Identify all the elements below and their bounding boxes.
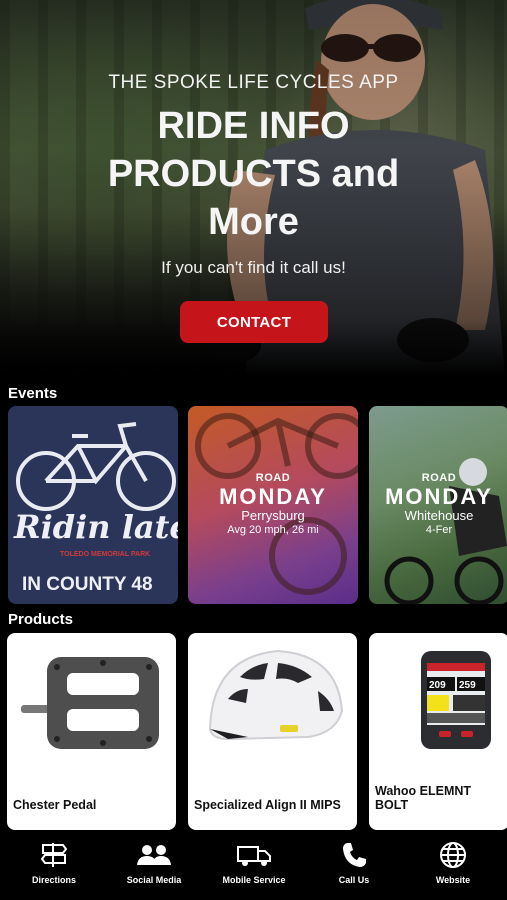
event2-place: Perrysburg	[241, 508, 305, 523]
event-ridin-late-artwork: Ridin late TOLEDO MEMORIAL PARK IN COUNT…	[13, 422, 178, 595]
event1-line3: IN COUNTY 48	[22, 574, 153, 595]
event3-road: ROAD	[421, 472, 457, 484]
svg-text:259: 259	[459, 680, 476, 691]
helmet-image	[208, 649, 344, 741]
contact-button[interactable]: CONTACT	[180, 301, 328, 343]
events-heading: Events	[8, 385, 58, 402]
event2-detail: Avg 20 mph, 26 mi	[227, 524, 319, 536]
event-card-road-monday-whitehouse[interactable]: ROAD MONDAY Whitehouse 4-Fer	[369, 406, 507, 604]
product-name: Specialized Align II MIPS	[194, 798, 341, 812]
product-card-specialized-align[interactable]: Specialized Align II MIPS	[188, 633, 357, 830]
event1-line2: TOLEDO MEMORIAL PARK	[60, 551, 150, 558]
event3-day: MONDAY	[385, 484, 493, 509]
events-carousel[interactable]: Ridin late TOLEDO MEMORIAL PARK IN COUNT…	[0, 406, 507, 604]
event1-line1: Ridin late	[13, 508, 178, 546]
bottom-navigation: Directions Social Media Mobile Service C…	[0, 835, 507, 900]
event2-road: ROAD	[255, 472, 291, 484]
product-card-chester-pedal[interactable]: Chester Pedal	[7, 633, 176, 830]
event3-detail: 4-Fer	[425, 524, 453, 536]
bike-computer-image: 209 259	[421, 651, 491, 749]
globe-icon	[440, 842, 466, 868]
product-name: Chester Pedal	[13, 798, 97, 812]
nav-item-mobile-service[interactable]: Mobile Service	[204, 841, 304, 895]
nav-item-website[interactable]: Website	[403, 841, 503, 895]
product-card-wahoo-elemnt-bolt[interactable]: 209 259 Wahoo ELEMNT BOLT	[369, 633, 507, 830]
phone-icon	[343, 843, 366, 867]
app-name: THE SPOKE LIFE CYCLES APP	[108, 72, 399, 93]
hero-title: RIDE INFO PRODUCTS and More	[107, 105, 400, 243]
event3-place: Whitehouse	[404, 508, 474, 523]
nav-item-directions[interactable]: Directions	[4, 841, 104, 895]
truck-icon	[237, 846, 271, 866]
hero-content: THE SPOKE LIFE CYCLES APP RIDE INFO PROD…	[0, 0, 507, 376]
people-icon	[137, 845, 171, 865]
signpost-icon	[40, 843, 68, 867]
hero-subtitle: If you can't find it call us!	[161, 258, 346, 277]
svg-text:209: 209	[429, 680, 446, 691]
pedal-image	[21, 657, 159, 749]
event-card-ridin-late[interactable]: Ridin late TOLEDO MEMORIAL PARK IN COUNT…	[8, 406, 178, 604]
nav-item-call-us[interactable]: Call Us	[304, 841, 404, 895]
nav-item-social-media[interactable]: Social Media	[104, 841, 204, 895]
products-carousel[interactable]: Chester Pedal Specialized Align II MIPS …	[0, 633, 507, 830]
event2-day: MONDAY	[219, 484, 327, 509]
event-card-road-monday-perrysburg[interactable]: ROAD MONDAY Perrysburg Avg 20 mph, 26 mi	[188, 406, 358, 604]
product-name: Wahoo ELEMNT BOLT	[375, 784, 472, 812]
products-heading: Products	[8, 611, 74, 628]
